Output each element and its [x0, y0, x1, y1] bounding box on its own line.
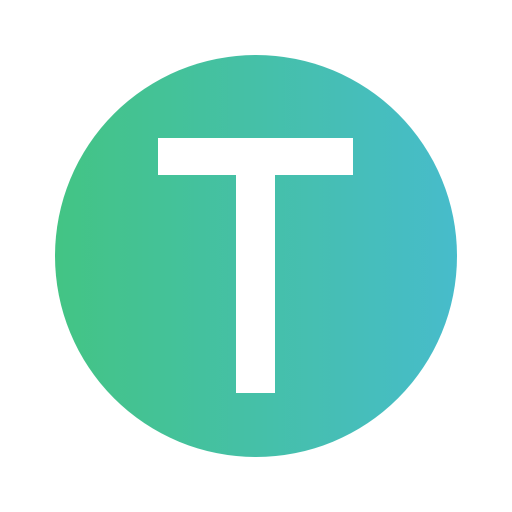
t-logo-icon [55, 55, 457, 457]
letter-t-crossbar [158, 138, 353, 175]
logo-canvas [0, 0, 512, 512]
letter-t-stem [236, 175, 275, 393]
